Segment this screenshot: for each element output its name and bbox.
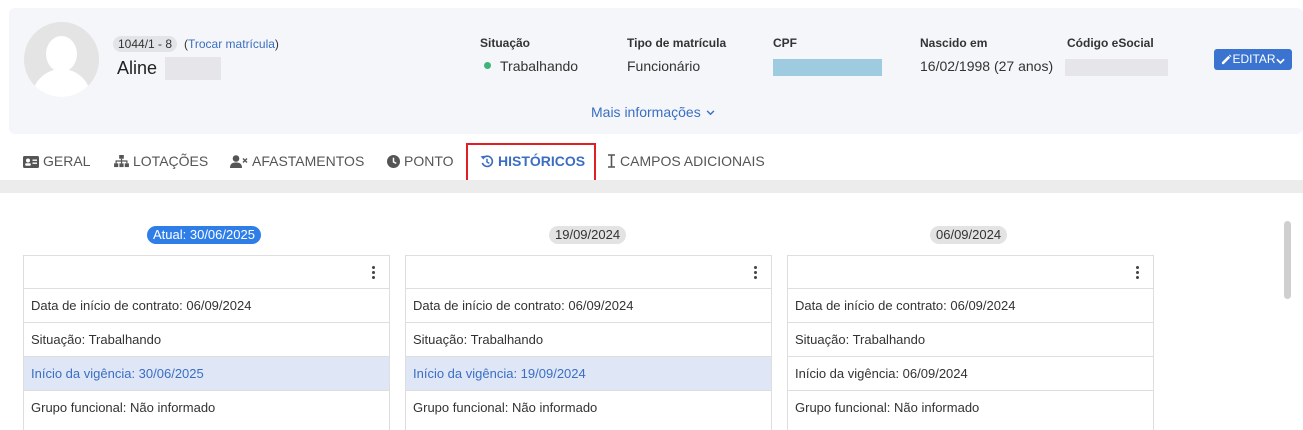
active-tab-highlight-box — [466, 143, 596, 183]
tab-label: LOTAÇÕES — [133, 153, 209, 169]
history-row: Situação: Trabalhando — [24, 323, 389, 357]
history-card: Data de início de contrato: 06/09/2024 S… — [23, 255, 390, 430]
tab-lotacoes[interactable]: LOTAÇÕES — [114, 153, 208, 169]
mais-informacoes-toggle[interactable]: Mais informações — [591, 104, 715, 120]
history-row: Grupo funcional: Não informado — [31, 400, 216, 415]
id-card-icon — [23, 156, 39, 168]
history-card: Data de início de contrato: 06/09/2024 S… — [405, 255, 772, 430]
tab-label: PONTO — [404, 153, 454, 169]
history-card-header — [24, 256, 389, 289]
chevron-down-icon — [706, 110, 715, 116]
trocar-matricula-link[interactable]: Trocar matrícula — [188, 37, 275, 51]
tab-bar: GERAL LOTAÇÕES AFASTAMENTOS PONTO HISTÓR… — [0, 140, 1303, 180]
history-row: Início da vigência: 06/09/2024 — [788, 357, 1153, 391]
history-card-header — [406, 256, 771, 289]
more-options-icon[interactable] — [1134, 266, 1140, 280]
matricula-badge: 1044/1 - 8 — [113, 36, 178, 52]
history-card-header — [788, 256, 1153, 289]
history-row: Situação: Trabalhando — [788, 323, 1153, 357]
history-date-badge: 19/09/2024 — [549, 226, 627, 244]
surname-redaction — [165, 57, 221, 80]
tab-bar-divider — [0, 180, 1303, 193]
employee-name: Aline — [117, 58, 158, 78]
avatar-body-shape — [32, 69, 91, 97]
pencil-icon — [1222, 54, 1232, 65]
more-options-icon[interactable] — [752, 266, 758, 280]
situacao-label: Situação — [480, 36, 531, 50]
tab-geral[interactable]: GERAL — [23, 153, 90, 169]
tab-ponto[interactable]: PONTO — [387, 153, 454, 169]
history-row: Grupo funcional: Não informado — [795, 400, 980, 415]
history-row: Data de início de contrato: 06/09/2024 — [788, 289, 1153, 323]
history-row-highlighted: Início da vigência: 19/09/2024 — [406, 357, 771, 391]
avatar — [24, 22, 99, 97]
tipo-matricula-label: Tipo de matrícula — [627, 36, 727, 50]
trocar-matricula: (Trocar matrícula) — [184, 37, 279, 51]
history-row: Data de início de contrato: 06/09/2024 — [406, 289, 771, 323]
nascido-value: 16/02/1998 (27 anos) — [920, 58, 1054, 74]
history-row: Situação: Trabalhando — [406, 323, 771, 357]
avatar-head-shape — [46, 36, 77, 72]
clock-icon — [387, 155, 400, 168]
tab-label: AFASTAMENTOS — [252, 153, 365, 169]
esocial-label: Código eSocial — [1067, 36, 1154, 50]
chevron-down-icon — [1275, 58, 1285, 64]
situacao-text: Trabalhando — [500, 58, 579, 74]
history-date-badge: 06/09/2024 — [930, 226, 1008, 244]
cpf-redaction — [773, 59, 882, 76]
cpf-label: CPF — [773, 36, 797, 50]
history-row-highlighted: Início da vigência: 30/06/2025 — [24, 357, 389, 391]
user-x-icon — [230, 155, 248, 168]
mais-informacoes-label: Mais informações — [591, 104, 701, 120]
trocar-close-paren: ) — [274, 37, 279, 51]
more-options-icon[interactable] — [370, 266, 376, 280]
tipo-matricula-value: Funcionário — [627, 58, 701, 74]
tab-afastamentos[interactable]: AFASTAMENTOS — [230, 153, 364, 169]
editar-button[interactable]: EDITAR — [1214, 49, 1292, 70]
tab-label: CAMPOS ADICIONAIS — [620, 153, 765, 169]
text-cursor-icon — [608, 154, 615, 168]
history-date-badge: Atual: 30/06/2025 — [147, 226, 261, 244]
situacao-value: Trabalhando — [484, 58, 578, 74]
history-row: Grupo funcional: Não informado — [413, 400, 598, 415]
history-row: Data de início de contrato: 06/09/2024 — [24, 289, 389, 323]
history-card: Data de início de contrato: 06/09/2024 S… — [787, 255, 1154, 430]
nascido-label: Nascido em — [920, 36, 988, 50]
sitemap-icon — [114, 155, 129, 168]
status-dot-icon — [484, 62, 491, 69]
scrollbar-thumb[interactable] — [1284, 221, 1291, 299]
esocial-redaction — [1065, 59, 1168, 76]
tab-campos-adicionais[interactable]: CAMPOS ADICIONAIS — [607, 153, 765, 169]
tab-label: GERAL — [43, 153, 91, 169]
editar-label: EDITAR — [1232, 52, 1276, 66]
